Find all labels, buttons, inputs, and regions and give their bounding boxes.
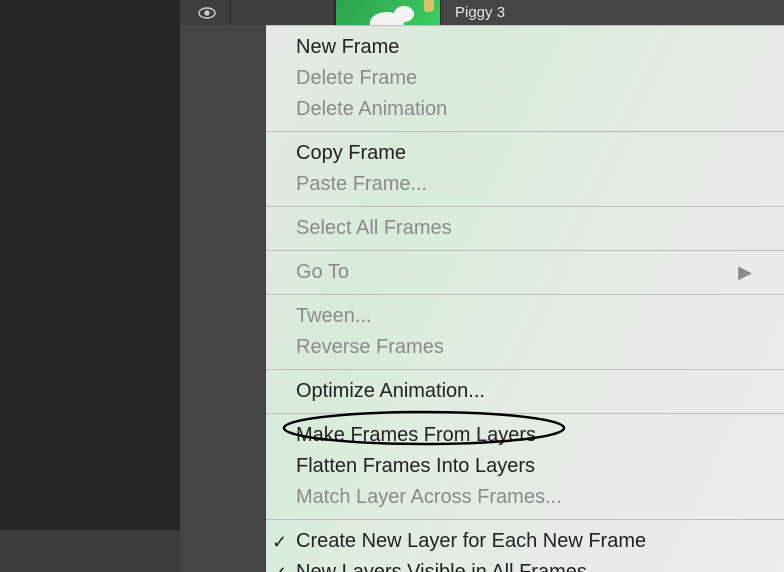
menu-item-delete-animation: Delete Animation (266, 94, 784, 125)
menu-item-flatten-frames-into-layers[interactable]: Flatten Frames Into Layers (266, 451, 784, 482)
menu-item-go-to: Go To ▶ (266, 257, 784, 288)
menu-item-label: Optimize Animation... (296, 377, 485, 406)
layer-divider (230, 0, 250, 25)
layer-controls (180, 0, 335, 25)
menu-item-label: Delete Animation (296, 95, 447, 124)
menu-item-delete-frame: Delete Frame (266, 63, 784, 94)
screenshot-root: Piggy 3 New Frame Delete Frame Delete An… (0, 0, 784, 572)
timeline-context-menu: New Frame Delete Frame Delete Animation … (266, 25, 784, 572)
left-sidebar (0, 0, 180, 530)
visibility-eye-icon[interactable] (198, 7, 216, 19)
menu-item-label: Make Frames From Layers (296, 421, 536, 450)
submenu-arrow-icon: ▶ (738, 259, 760, 285)
menu-item-label: New Frame (296, 33, 399, 62)
menu-item-label: Select All Frames (296, 214, 452, 243)
menu-item-reverse-frames: Reverse Frames (266, 332, 784, 363)
menu-item-make-frames-from-layers[interactable]: Make Frames From Layers (266, 420, 784, 451)
menu-item-label: Delete Frame (296, 64, 417, 93)
checkmark-icon: ✓ (272, 528, 287, 554)
checkmark-icon: ✓ (272, 559, 287, 572)
menu-item-new-frame[interactable]: New Frame (266, 32, 784, 63)
menu-item-match-layer-across-frames: Match Layer Across Frames... (266, 482, 784, 513)
menu-item-label: Copy Frame (296, 139, 406, 168)
menu-item-label: Flatten Frames Into Layers (296, 452, 535, 481)
layer-thumbnail[interactable] (335, 0, 441, 25)
left-sidebar-footer (0, 530, 180, 572)
menu-item-label: Reverse Frames (296, 333, 444, 362)
menu-item-optimize-animation[interactable]: Optimize Animation... (266, 376, 784, 407)
layer-row[interactable]: Piggy 3 (180, 0, 784, 25)
menu-item-label: Paste Frame... (296, 170, 427, 199)
menu-item-label: Tween... (296, 302, 372, 331)
layer-name-label: Piggy 3 (441, 4, 505, 21)
menu-item-tween: Tween... (266, 301, 784, 332)
menu-item-paste-frame: Paste Frame... (266, 169, 784, 200)
menu-item-label: New Layers Visible in All Frames (296, 558, 587, 572)
menu-item-label: Create New Layer for Each New Frame (296, 527, 646, 556)
menu-item-new-layers-visible-all-frames[interactable]: ✓ New Layers Visible in All Frames (266, 557, 784, 572)
menu-item-label: Match Layer Across Frames... (296, 483, 562, 512)
menu-item-label: Go To (296, 258, 349, 287)
menu-item-copy-frame[interactable]: Copy Frame (266, 138, 784, 169)
menu-item-select-all-frames: Select All Frames (266, 213, 784, 244)
menu-item-create-new-layer-each-frame[interactable]: ✓ Create New Layer for Each New Frame (266, 526, 784, 557)
